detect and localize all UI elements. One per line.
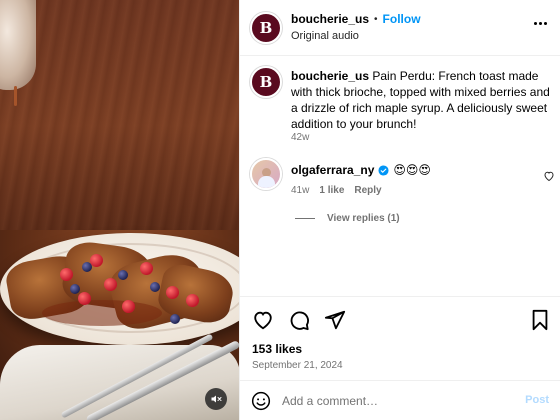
comment-timestamp[interactable]: 41w [291,185,309,196]
header-text: boucherie_us • Follow Original audio [291,12,421,42]
raspberry [140,262,153,275]
original-audio-link[interactable]: Original audio [291,30,421,42]
blueberry [150,282,160,292]
replies-divider [295,218,315,219]
caption-timestamp[interactable]: 42w [291,132,309,143]
raspberry [104,278,117,291]
emoji-icon[interactable] [251,391,271,411]
syrup-drip [14,86,17,106]
more-options-button[interactable] [534,22,547,25]
comment-input[interactable] [282,392,512,410]
caption-avatar[interactable]: B [250,66,282,98]
like-comment-heart-icon[interactable] [543,170,555,182]
raspberry [78,292,91,305]
raspberry [122,300,135,313]
raspberry [60,268,73,281]
more-options-icon [534,22,537,25]
comment-meta: 41w 1 like Reply [291,185,382,196]
share-icon[interactable] [324,309,346,331]
avatar-letter: B [259,19,273,37]
syrup-pitcher [0,0,36,90]
header-username[interactable]: boucherie_us [291,12,369,27]
bookmark-icon[interactable] [530,309,550,331]
view-replies-button[interactable]: View replies (1) [295,213,400,224]
caption-body: boucherie_us Pain Perdu: French toast ma… [291,68,551,132]
post-date[interactable]: September 21, 2024 [252,360,343,371]
comment-likes[interactable]: 1 like [319,185,344,196]
raspberry [166,286,179,299]
view-replies-label: View replies (1) [327,213,400,224]
post-media[interactable] [0,0,239,420]
raspberry [90,254,103,267]
speaker-muted-icon [211,395,222,403]
comment-emojis: 😍😍😍 [393,163,431,177]
blueberry [70,284,80,294]
caption-username[interactable]: boucherie_us [291,69,369,83]
post-header: B boucherie_us • Follow Original audio [240,0,560,56]
comment-line: olgaferrara_ny 😍😍😍 [291,163,431,177]
comment-username[interactable]: olgaferrara_ny [291,163,374,177]
verified-badge-icon [378,164,389,176]
syrup-pool [42,300,162,326]
blueberry [82,262,92,272]
follow-button[interactable]: Follow [383,12,421,27]
avatar-letter: B [259,73,273,91]
likes-count[interactable]: 153 likes [252,342,302,356]
add-comment-bar: Post [240,380,560,420]
reply-button[interactable]: Reply [354,185,381,196]
blueberry [118,270,128,280]
mute-button[interactable] [205,388,227,410]
post-details-panel: B boucherie_us • Follow Original audio B… [239,0,560,420]
action-icons [252,309,346,331]
blueberry [170,314,180,324]
comment-icon[interactable] [288,309,310,331]
raspberry [186,294,199,307]
post-actions: 153 likes September 21, 2024 [240,296,560,388]
separator-dot: • [374,14,378,25]
avatar[interactable]: B [250,12,282,44]
post-comment-button[interactable]: Post [525,394,549,406]
commenter-avatar[interactable] [250,158,282,190]
heart-icon[interactable] [252,309,274,331]
